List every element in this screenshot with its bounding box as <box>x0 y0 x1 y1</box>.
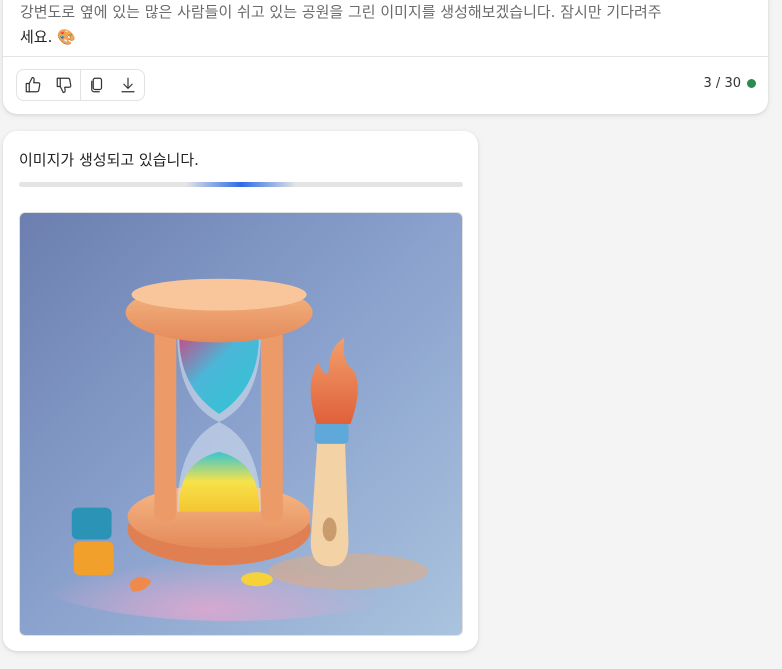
thumbs-down-icon <box>56 77 72 94</box>
dislike-button[interactable] <box>49 70 81 100</box>
generation-progress-fill <box>186 182 296 187</box>
download-button[interactable] <box>112 70 144 100</box>
turn-counter: 3 / 30 <box>704 76 756 91</box>
image-generation-card: 이미지가 생성되고 있습니다. <box>3 131 478 651</box>
response-text-faded: 강변도로 옆에 있는 많은 사람들이 쉬고 있는 공원을 그린 이미지를 생성해… <box>20 3 662 21</box>
card-divider <box>3 56 768 57</box>
copy-button[interactable] <box>81 70 113 100</box>
download-icon <box>121 77 135 93</box>
generation-progress-bar <box>19 182 463 187</box>
generation-status-text: 이미지가 생성되고 있습니다. <box>19 151 199 169</box>
thumbs-up-icon <box>25 76 41 93</box>
copy-icon <box>90 77 102 93</box>
turn-counter-text: 3 / 30 <box>703 76 741 91</box>
response-card: 강변도로 옆에 있는 많은 사람들이 쉬고 있는 공원을 그린 이미지를 생성해… <box>3 0 768 114</box>
response-text: 세요. 🎨 <box>20 28 76 46</box>
generated-image-placeholder[interactable] <box>19 212 463 636</box>
status-dot <box>747 79 756 88</box>
hourglass-paintbrush-image <box>20 213 462 635</box>
response-message: 강변도로 옆에 있는 많은 사람들이 쉬고 있는 공원을 그린 이미지를 생성해… <box>20 0 755 50</box>
like-button[interactable] <box>17 70 49 100</box>
feedback-toolbar <box>16 69 145 101</box>
